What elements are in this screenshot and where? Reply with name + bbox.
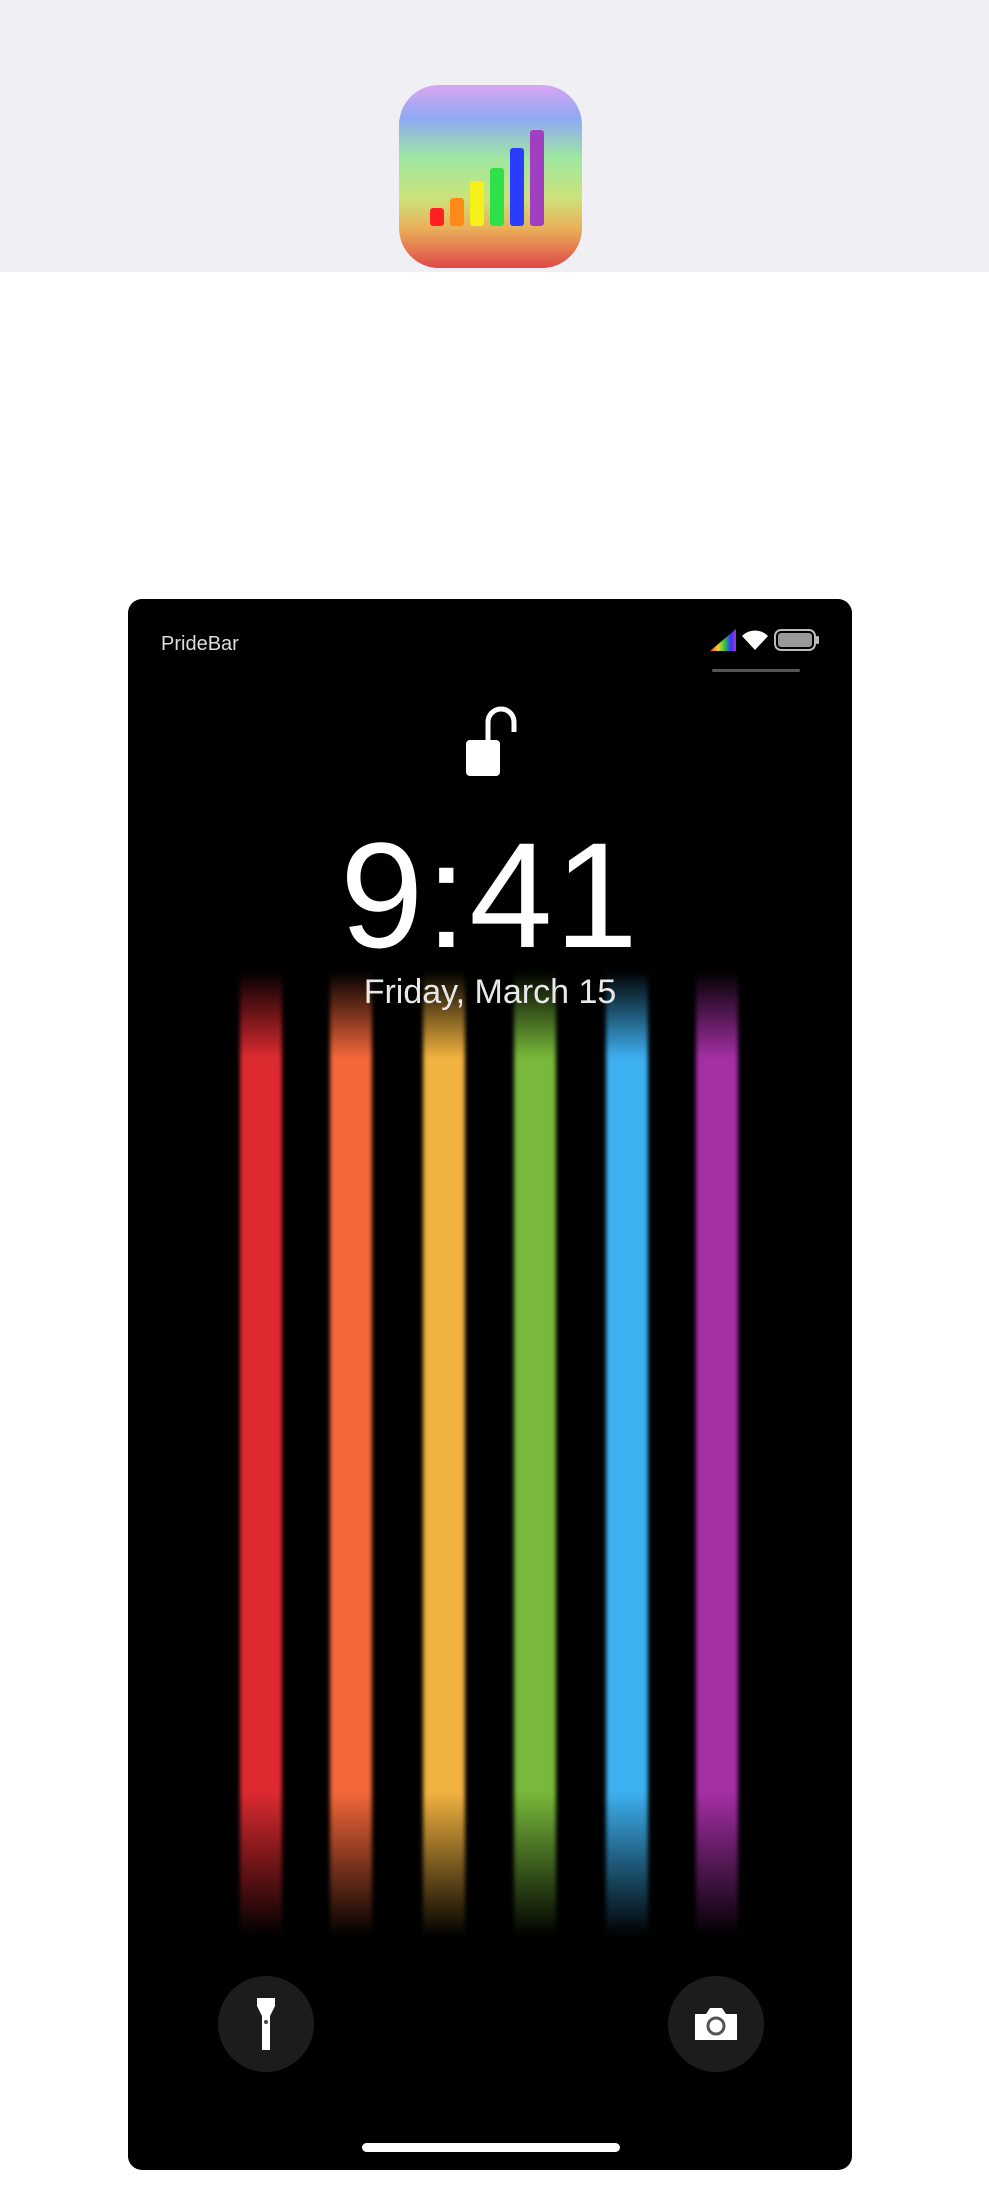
wifi-icon bbox=[742, 630, 768, 650]
camera-icon bbox=[695, 2008, 737, 2040]
wallpaper-stripe bbox=[606, 971, 648, 1937]
status-underline bbox=[712, 669, 800, 672]
wallpaper-stripe bbox=[514, 971, 556, 1937]
flashlight-icon bbox=[257, 1998, 275, 2050]
header bbox=[0, 0, 989, 272]
unlocked-padlock-icon bbox=[466, 706, 517, 776]
clock-date: Friday, March 15 bbox=[363, 973, 617, 1011]
wallpaper-stripe bbox=[330, 971, 372, 1937]
clock-time: 9:41 bbox=[340, 811, 640, 979]
battery-icon bbox=[774, 629, 819, 651]
wallpaper-stripe bbox=[240, 971, 282, 1937]
camera-button[interactable] bbox=[668, 1976, 764, 2072]
app-icon-bar bbox=[530, 130, 544, 226]
lockscreen-preview: PrideBar 9:41 Friday, March 15 bbox=[128, 599, 852, 2170]
app-icon bbox=[399, 85, 582, 268]
rainbow-signal-icon bbox=[710, 629, 736, 651]
app-icon-bar bbox=[450, 198, 464, 226]
home-indicator[interactable] bbox=[362, 2143, 620, 2152]
carrier-label: PrideBar bbox=[161, 633, 239, 655]
app-icon-bar bbox=[490, 168, 504, 226]
wallpaper-stripe bbox=[423, 971, 465, 1937]
app-icon-bar bbox=[430, 208, 444, 226]
flashlight-button[interactable] bbox=[218, 1976, 314, 2072]
app-icon-bar bbox=[470, 181, 484, 226]
status-icons bbox=[710, 629, 820, 651]
wallpaper-stripe bbox=[696, 971, 738, 1937]
app-icon-bar bbox=[510, 148, 524, 226]
